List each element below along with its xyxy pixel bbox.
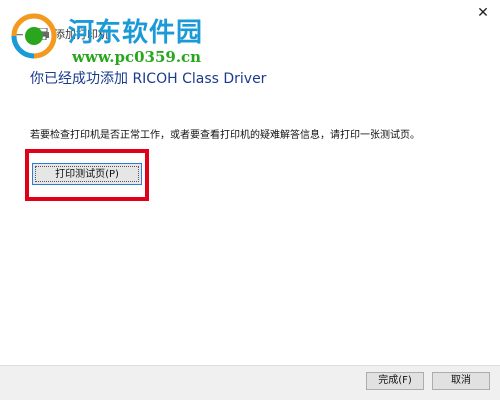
print-test-page-button[interactable]: 打印测试页(P) (32, 163, 142, 185)
watermark-logo-icon (11, 13, 57, 59)
watermark-site-name: 河东软件园 (68, 18, 204, 48)
dialog-footer: 完成(F) 取消 (0, 365, 500, 400)
info-text: 若要检查打印机是否正常工作，或者要查看打印机的疑难解答信息，请打印一张测试页。 (30, 130, 420, 141)
cancel-button[interactable]: 取消 (432, 372, 490, 390)
print-test-page-label: 打印测试页(P) (35, 166, 139, 182)
finish-button[interactable]: 完成(F) (366, 372, 424, 390)
watermark: 河东软件园 www.pc0359.cn (8, 10, 238, 70)
success-headline: 你已经成功添加 RICOH Class Driver (30, 71, 267, 87)
watermark-url: www.pc0359.cn (72, 48, 202, 66)
close-icon[interactable]: ✕ (474, 4, 492, 22)
add-printer-dialog: ✕ ← 添加打印机 河东软件园 www.pc0359.cn 你已经成功添加 RI… (0, 0, 500, 400)
